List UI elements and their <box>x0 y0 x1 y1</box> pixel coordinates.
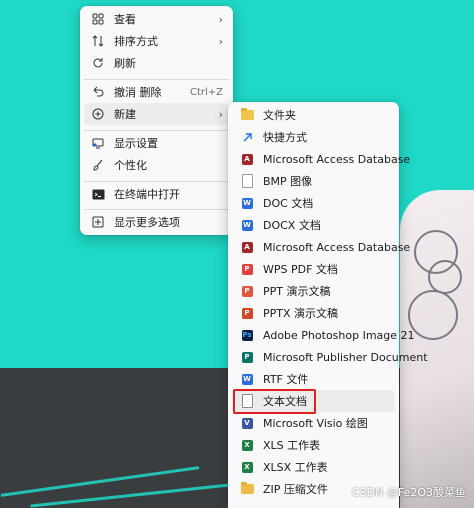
menu-item-label: DOCX 文档 <box>263 219 321 232</box>
new-icon <box>91 107 105 121</box>
menu-item-label: 刷新 <box>114 57 136 70</box>
menu-item-undo-delete[interactable]: 撤消 删除 Ctrl+Z <box>84 81 229 103</box>
zip-icon <box>240 482 254 496</box>
menu-item-label: Adobe Photoshop Image 21 <box>263 328 415 342</box>
docx-icon: W <box>241 219 253 231</box>
new-item-docx[interactable]: W DOCX 文档 <box>232 214 395 236</box>
shortcut-icon <box>240 130 254 144</box>
new-item-visio-drawing[interactable]: V Microsoft Visio 绘图 <box>232 412 395 434</box>
sort-icon <box>91 34 105 48</box>
folder-icon <box>240 108 254 122</box>
doc-icon: W <box>241 197 253 209</box>
menu-item-label: 排序方式 <box>114 35 158 48</box>
menu-item-label: 显示更多选项 <box>114 216 180 229</box>
visio-icon: V <box>240 416 254 430</box>
refresh-icon <box>91 56 105 70</box>
menu-item-label: Microsoft Publisher Document <box>263 350 428 364</box>
brush-icon <box>91 158 105 172</box>
menu-item-label: 新建 <box>114 108 136 121</box>
desktop-wallpaper-character <box>400 190 474 508</box>
watermark-text: CSDN @Fe2O3酸菜鱼 <box>351 486 466 499</box>
new-item-xls[interactable]: X XLS 工作表 <box>232 434 395 456</box>
menu-item-label: BMP 图像 <box>263 175 313 188</box>
new-item-pptx[interactable]: P PPTX 演示文稿 <box>232 302 395 324</box>
menu-item-open-terminal[interactable]: 在终端中打开 <box>84 183 229 205</box>
menu-item-more-options[interactable]: 显示更多选项 <box>84 211 229 233</box>
new-item-bmp-image[interactable]: BMP 图像 <box>232 170 395 192</box>
menu-item-label: RTF 文件 <box>263 373 309 386</box>
menu-item-label: Microsoft Access Database <box>263 152 411 166</box>
menu-item-label: WPS PDF 文档 <box>263 263 338 276</box>
menu-item-refresh[interactable]: 刷新 <box>84 52 229 74</box>
xlsx-icon: X <box>240 460 254 474</box>
new-item-doc[interactable]: W DOC 文档 <box>232 192 395 214</box>
menu-item-label: 查看 <box>114 13 136 26</box>
chevron-right-icon: › <box>218 107 223 121</box>
publisher-icon: P <box>240 350 254 364</box>
menu-separator <box>84 181 229 182</box>
new-item-shortcut[interactable]: 快捷方式 <box>232 126 395 148</box>
rtf-icon: W <box>241 373 253 385</box>
menu-item-label: 显示设置 <box>114 137 158 150</box>
menu-item-personalize[interactable]: 个性化 <box>84 154 229 176</box>
more-options-icon <box>91 215 105 229</box>
menu-item-label: XLSX 工作表 <box>263 461 328 474</box>
menu-item-label: Microsoft Access Database <box>263 240 411 254</box>
desktop-context-menu: 查看 › 排序方式 › 刷新 撤消 删除 Ctrl+Z 新建 › 显示设置 个性… <box>80 6 233 235</box>
access-icon: A <box>240 152 254 166</box>
terminal-icon <box>91 187 105 201</box>
new-item-access-database-2[interactable]: A Microsoft Access Database <box>232 236 410 258</box>
menu-item-label: PPTX 演示文稿 <box>263 307 339 320</box>
xls-icon: X <box>240 438 254 452</box>
display-icon <box>91 136 105 150</box>
photoshop-icon: Ps <box>241 329 253 341</box>
grid-icon <box>91 12 105 26</box>
menu-item-label: Microsoft Visio 绘图 <box>263 417 368 430</box>
bmp-icon <box>240 174 254 188</box>
menu-separator <box>84 209 229 210</box>
menu-item-label: 快捷方式 <box>263 131 307 144</box>
new-item-wps-pdf[interactable]: P WPS PDF 文档 <box>232 258 395 280</box>
menu-item-label: 在终端中打开 <box>114 188 180 201</box>
new-item-photoshop-image[interactable]: Ps Adobe Photoshop Image 21 <box>232 324 415 346</box>
menu-item-label: XLS 工作表 <box>263 439 321 452</box>
shortcut-text: Ctrl+Z <box>189 86 223 98</box>
chevron-right-icon: › <box>218 34 223 48</box>
menu-item-view[interactable]: 查看 › <box>84 8 229 30</box>
menu-item-label: ZIP 压缩文件 <box>263 483 328 496</box>
annotation-highlight-box <box>233 389 316 414</box>
new-item-rtf[interactable]: W RTF 文件 <box>232 368 395 390</box>
new-item-access-database[interactable]: A Microsoft Access Database <box>232 148 410 170</box>
menu-item-label: 文件夹 <box>263 109 296 122</box>
menu-separator <box>84 79 229 80</box>
pdf-icon: P <box>240 262 254 276</box>
new-item-xlsx[interactable]: X XLSX 工作表 <box>232 456 395 478</box>
new-item-ppt[interactable]: P PPT 演示文稿 <box>232 280 395 302</box>
undo-icon <box>91 85 105 99</box>
pptx-icon: P <box>240 306 254 320</box>
menu-separator <box>84 130 229 131</box>
menu-item-display-settings[interactable]: 显示设置 <box>84 132 229 154</box>
menu-item-label: 撤消 删除 <box>114 86 162 99</box>
new-item-publisher-document[interactable]: P Microsoft Publisher Document <box>232 346 428 368</box>
ppt-icon: P <box>240 284 254 298</box>
menu-item-label: PPT 演示文稿 <box>263 285 331 298</box>
chevron-right-icon: › <box>218 12 223 26</box>
menu-item-label: 个性化 <box>114 159 147 172</box>
new-item-folder[interactable]: 文件夹 <box>232 104 395 126</box>
new-submenu: 文件夹 快捷方式 A Microsoft Access Database BMP… <box>228 102 428 508</box>
menu-item-new[interactable]: 新建 › <box>84 103 229 125</box>
access-icon: A <box>240 240 254 254</box>
menu-item-label: DOC 文档 <box>263 197 314 210</box>
menu-item-sort[interactable]: 排序方式 › <box>84 30 229 52</box>
